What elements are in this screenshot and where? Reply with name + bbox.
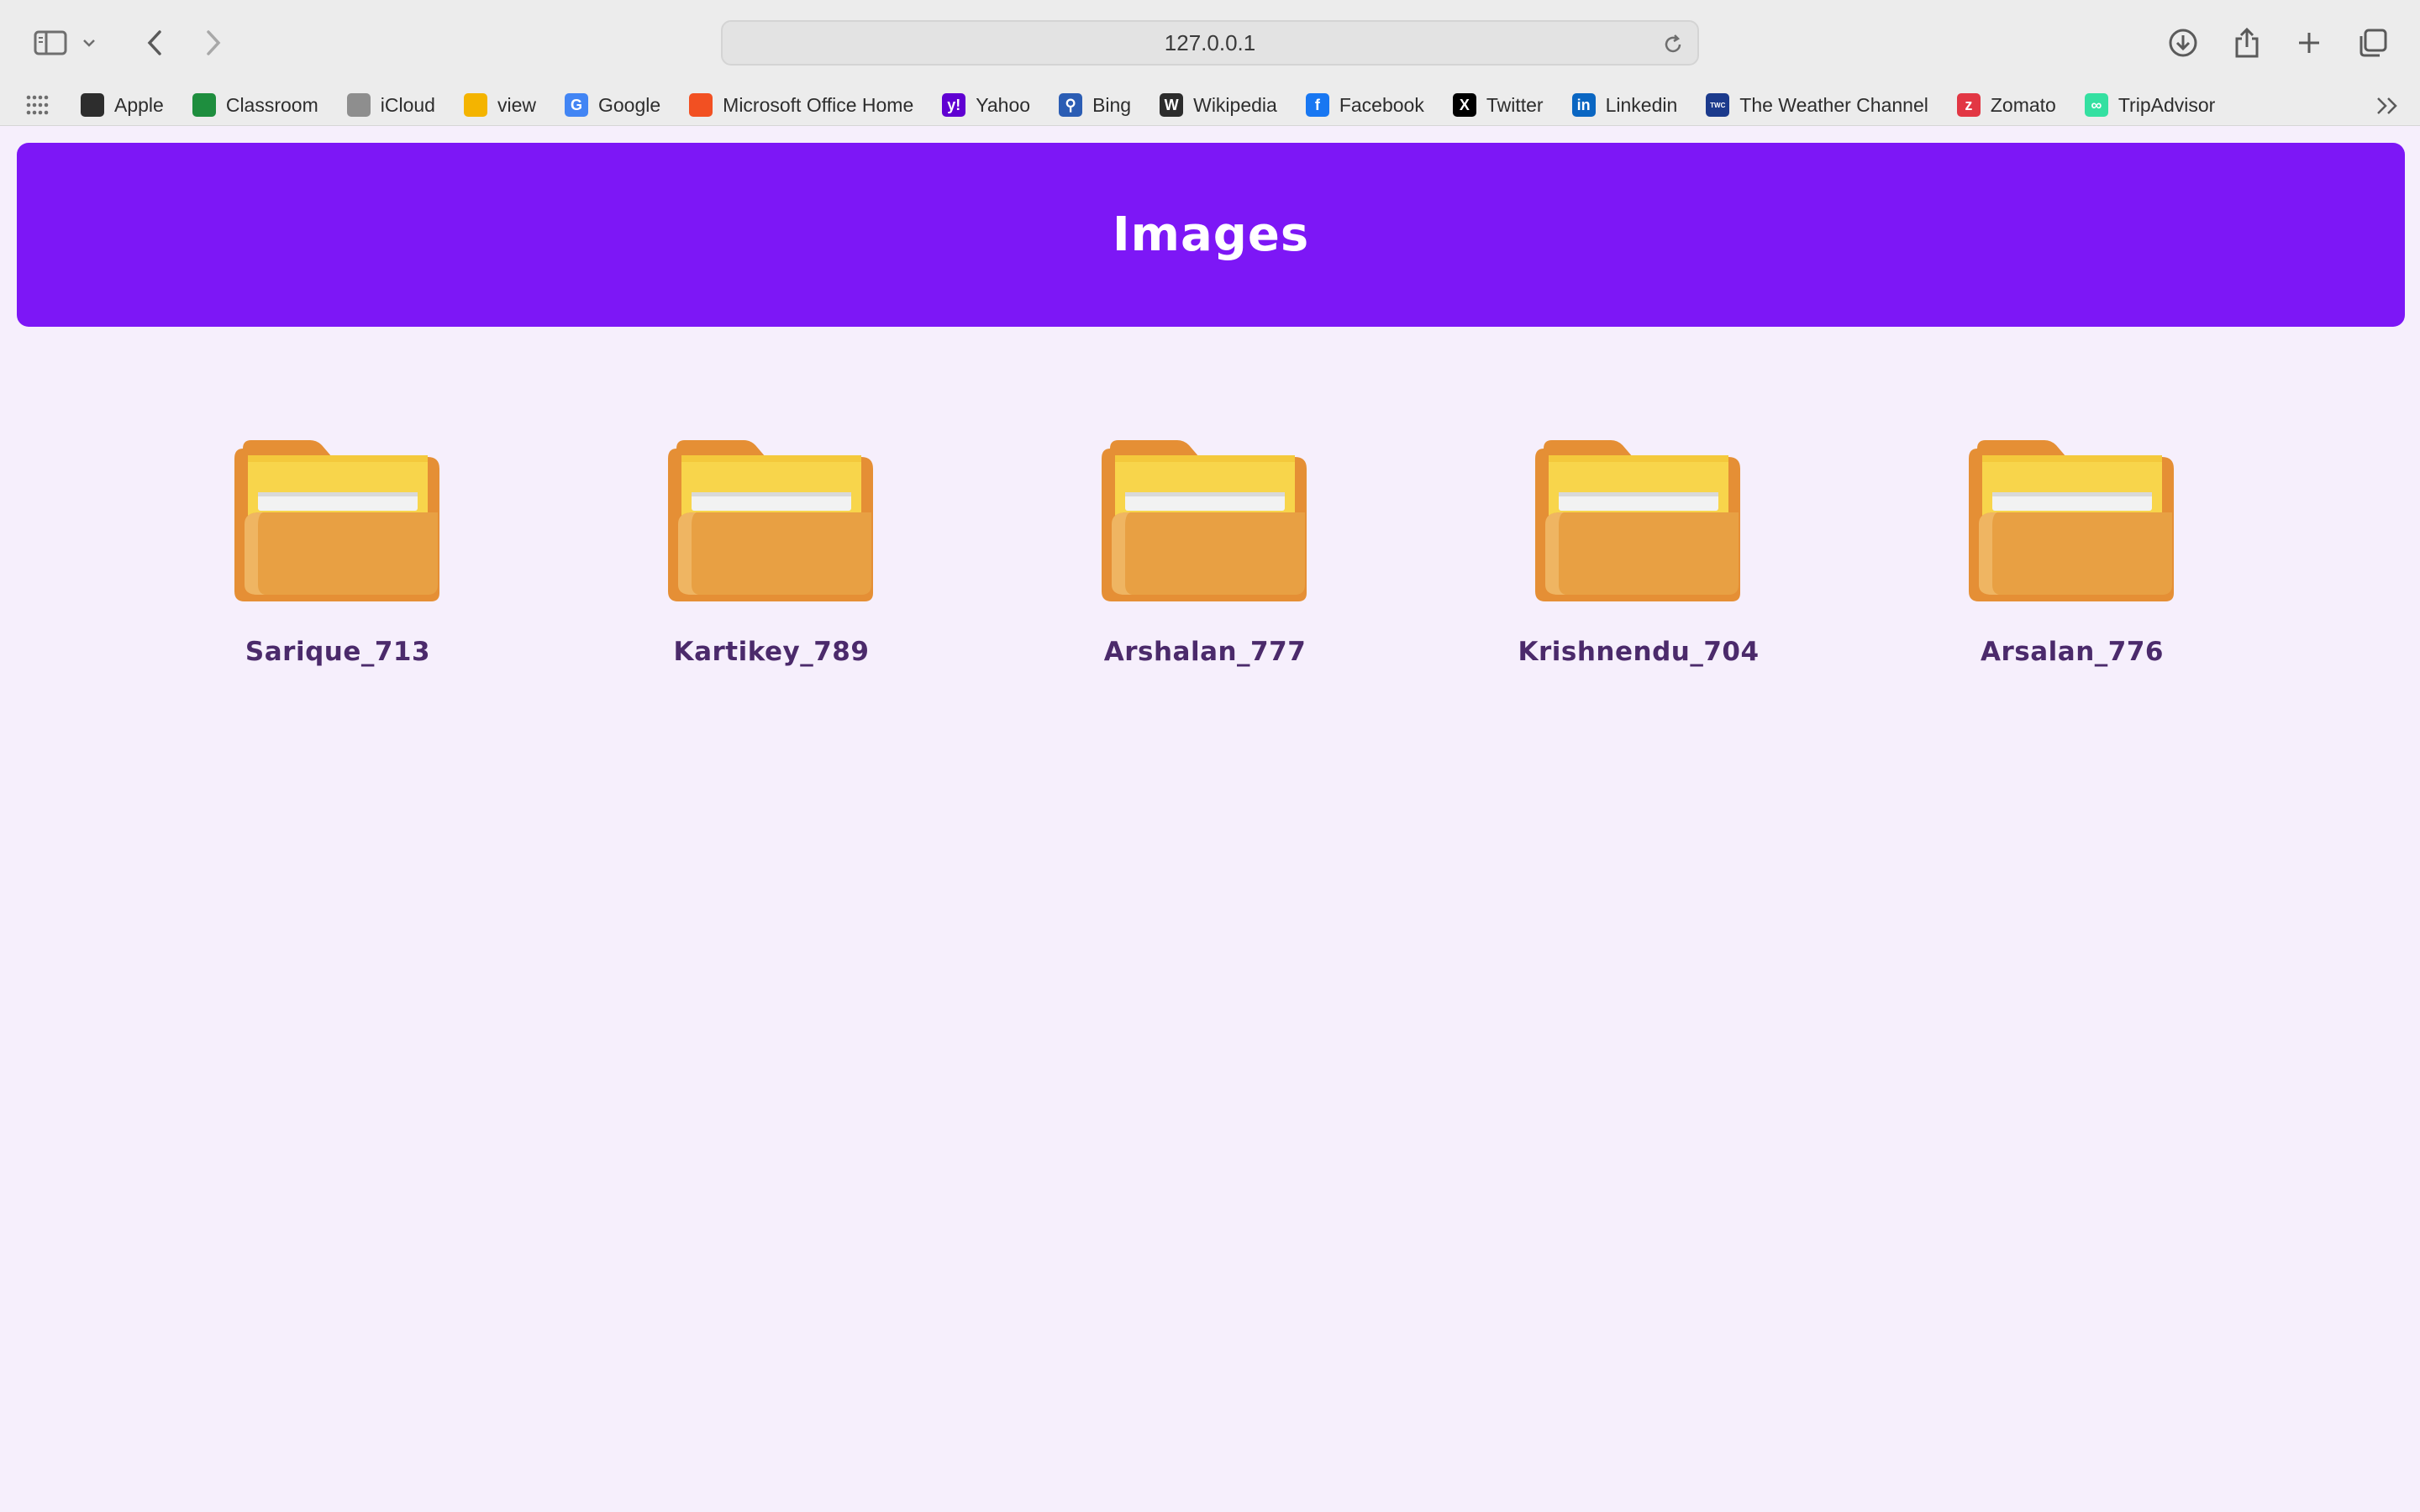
bookmark-item[interactable]: ⚲ Bing xyxy=(1059,84,1131,126)
chevron-down-icon[interactable] xyxy=(74,18,104,67)
folder-item[interactable]: Krishnendu_704 xyxy=(1512,437,1765,680)
more-bookmarks-icon[interactable] xyxy=(2375,94,2400,118)
apple-icon xyxy=(81,93,104,117)
folder-icon xyxy=(234,440,439,601)
bookmark-label: Facebook xyxy=(1339,93,1424,116)
icloud-icon xyxy=(346,93,371,117)
bookmark-item[interactable]: W Wikipedia xyxy=(1160,84,1277,126)
page-title: Images xyxy=(1112,207,1310,262)
folder-label[interactable]: Krishnendu_704 xyxy=(1518,637,1759,667)
bookmark-item[interactable]: Apple xyxy=(81,84,164,126)
bookmark-item[interactable]: X Twitter xyxy=(1452,84,1544,126)
folder-label[interactable]: Kartikey_789 xyxy=(674,637,870,667)
bookmark-label: Wikipedia xyxy=(1193,93,1277,116)
folder-icon xyxy=(1102,440,1307,601)
bookmark-label: Zomato xyxy=(1990,93,2056,116)
bookmark-item[interactable]: G Google xyxy=(564,84,661,126)
forward-icon[interactable] xyxy=(188,18,239,67)
folder-item[interactable]: Kartikey_789 xyxy=(645,437,897,680)
tab-overview-icon[interactable] xyxy=(2348,18,2398,67)
bookmark-item[interactable]: view xyxy=(463,84,536,126)
bookmark-item[interactable]: z Zomato xyxy=(1956,84,2056,126)
classroom-icon xyxy=(192,93,216,117)
google-drive-icon xyxy=(463,93,487,117)
bing-search-icon: ⚲ xyxy=(1059,93,1083,117)
url-text: 127.0.0.1 xyxy=(1164,29,1256,55)
microsoft-icon xyxy=(689,93,713,117)
downloads-icon[interactable] xyxy=(2158,18,2208,67)
folder-label[interactable]: Sarique_713 xyxy=(245,637,430,667)
folder-item[interactable]: Arsalan_776 xyxy=(1946,437,2198,680)
sidebar-toggle-icon[interactable] xyxy=(25,18,76,67)
bookmark-label: Yahoo xyxy=(976,93,1031,116)
bookmark-label: Apple xyxy=(114,93,164,116)
bookmark-item[interactable]: y! Yahoo xyxy=(942,84,1030,126)
bookmark-label: Linkedin xyxy=(1605,93,1678,116)
folder-icon xyxy=(1969,440,2174,601)
bookmark-item[interactable]: iCloud xyxy=(346,84,435,126)
bookmark-label: TripAdvisor xyxy=(2118,93,2216,116)
bookmark-label: Twitter xyxy=(1486,93,1544,116)
bookmark-item[interactable]: in Linkedin xyxy=(1571,84,1678,126)
tripadvisor-icon: ∞ xyxy=(2084,93,2108,117)
address-bar[interactable]: 127.0.0.1 xyxy=(721,20,1699,66)
yahoo-icon: y! xyxy=(942,93,966,117)
folder-icon xyxy=(668,440,873,601)
folder-grid: Sarique_713 Kartikey_789 Arshalan_777 Kr… xyxy=(0,437,2420,689)
zomato-icon: z xyxy=(1956,93,1981,117)
bookmark-item[interactable]: Classroom xyxy=(192,84,318,126)
bookmarks-list: Apple Classroom iCloud view G Google Microsoft… xyxy=(81,84,2244,126)
bookmark-item[interactable]: f Facebook xyxy=(1305,84,1424,126)
bookmark-label: Google xyxy=(597,93,661,116)
browser-toolbar: 127.0.0.1 xyxy=(0,0,2420,84)
apps-grid-icon[interactable] xyxy=(25,94,50,116)
bookmark-item[interactable]: ∞ TripAdvisor xyxy=(2084,84,2216,126)
wikipedia-icon: W xyxy=(1160,93,1184,117)
bookmark-label: Microsoft Office Home xyxy=(723,93,914,116)
share-icon[interactable] xyxy=(2222,18,2272,67)
folder-label[interactable]: Arshalan_777 xyxy=(1104,637,1307,667)
bookmark-label: iCloud xyxy=(380,93,435,116)
bookmark-label: view xyxy=(497,93,536,116)
bookmark-label: Bing xyxy=(1092,93,1132,116)
folder-item[interactable]: Arshalan_777 xyxy=(1079,437,1331,680)
bookmark-label: Classroom xyxy=(225,93,318,116)
facebook-icon: f xyxy=(1305,93,1329,117)
reload-icon[interactable] xyxy=(1660,32,1686,57)
folder-item[interactable]: Sarique_713 xyxy=(212,437,464,680)
bookmarks-bar: Apple Classroom iCloud view G Google Microsoft… xyxy=(0,84,2420,126)
linkedin-icon: in xyxy=(1571,93,1596,117)
x-twitter-icon: X xyxy=(1452,93,1476,117)
folder-icon xyxy=(1535,440,1740,601)
folder-label[interactable]: Arsalan_776 xyxy=(1981,637,2164,667)
weather-channel-icon: TWC xyxy=(1706,93,1730,117)
back-icon[interactable] xyxy=(129,18,180,67)
new-tab-icon[interactable] xyxy=(2284,18,2334,67)
bookmark-label: The Weather Channel xyxy=(1739,93,1928,116)
google-icon: G xyxy=(564,93,588,117)
bookmark-item[interactable]: TWC The Weather Channel xyxy=(1706,84,1928,126)
bookmark-item[interactable]: Microsoft Office Home xyxy=(689,84,913,126)
header-banner: Images xyxy=(17,143,2405,327)
